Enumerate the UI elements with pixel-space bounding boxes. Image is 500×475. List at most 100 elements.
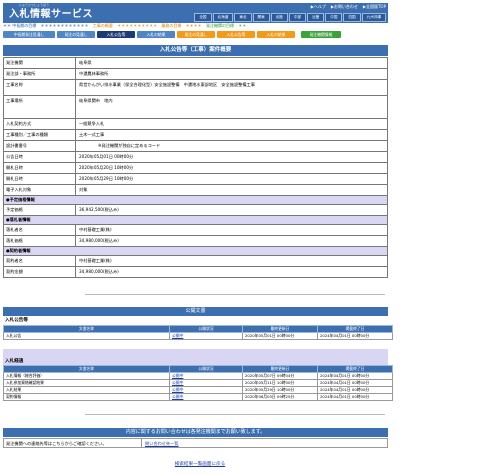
detail-value: 2020年05月20日 10時00分 <box>79 165 134 170</box>
doc-end: 2024年04月01日 00時00分 <box>317 393 393 401</box>
detail-value: 2020年05月01日 00時00分 <box>79 154 134 159</box>
table-header-row: 文書名称 公開状況 最終更新日 掲載終了日 <box>3 365 393 373</box>
region-tab[interactable]: 全国 <box>194 13 212 22</box>
doc-status-link[interactable]: 公開中 <box>169 372 243 380</box>
doc-name: 入札情報（総合評価） <box>3 372 170 380</box>
region-tab[interactable]: 東北 <box>234 13 252 22</box>
detail-label: 開札日時 <box>4 174 76 184</box>
col-header: 最終更新日 <box>242 325 318 333</box>
detail-value: 34,980,000(税込み) <box>79 238 119 243</box>
detail-value: 中濃農林事務所 <box>79 71 109 76</box>
detail-row: 工事種別／工事の種類 土木一式工事 <box>3 130 388 141</box>
detail-row: 工事名称 県営かんがい排水事業（保全合理化型）安全施設整備 中濃地水東部地区 安全… <box>3 80 388 96</box>
region-tab[interactable]: 四国 <box>343 13 361 22</box>
category-label: ＊＊ 中長期の目標 ＊＊＊＊＊＊＊＊＊＊＊＊ <box>3 23 89 28</box>
main-tabs: 中長期発注見通し 発注の見通し 入札公告等 入札の結果 発注の見通し 入札公告等… <box>3 31 388 39</box>
divider <box>85 414 385 415</box>
docs-section-announcement: 入札公告等 <box>5 318 28 323</box>
tab-order-outlook[interactable]: 発注の見通し <box>57 31 95 38</box>
tab-long-term-outlook[interactable]: 中長期発注見通し <box>3 31 55 38</box>
tab-service-announcement[interactable]: 入札公告等 <box>217 31 255 38</box>
doc-status-link[interactable]: 公開中 <box>169 386 243 394</box>
doc-name: 入札結果 <box>3 386 170 394</box>
region-tab[interactable]: 北海道 <box>212 13 234 22</box>
doc-status-link[interactable]: 公開中 <box>169 332 243 340</box>
announcement-docs-table: 文書名称 公開状況 最終更新日 掲載終了日 入札公告 公開中 2020年05月0… <box>3 325 393 340</box>
region-tab[interactable]: 近畿 <box>307 13 325 22</box>
detail-value: ※発注機関が独自に定めるコード <box>98 143 161 148</box>
doc-end: 2024年04月01日 00時00分 <box>317 372 393 380</box>
detail-value: 土木一式工事 <box>79 132 105 137</box>
detail-value: 岐阜県関市 地内 <box>79 98 113 103</box>
detail-row: 発注機関 岐阜県 <box>3 57 388 69</box>
region-tab[interactable]: 九州沖縄 <box>361 13 386 22</box>
contact-link[interactable]: ▶お問い合わせ <box>331 4 358 10</box>
site-logo[interactable]: 入札情報サービス <box>9 5 93 20</box>
detail-label: 予定価格 <box>4 205 76 215</box>
help-link[interactable]: ▶ヘルプ <box>311 4 326 10</box>
detail-row: 予定価格 36,942,500(税込み) <box>3 205 388 216</box>
contact-row: 発注機関への連絡先等はこちらからご確認ください。 問い合わせ先一覧 <box>3 438 388 448</box>
doc-updated: 2020年05月11日 10時00分 <box>242 379 318 387</box>
region-tab[interactable]: 中国 <box>325 13 343 22</box>
region-tab[interactable]: 関東 <box>252 13 270 22</box>
detail-label: 入札契約方式 <box>4 119 76 129</box>
category-label: 業務の目標 ＊＊＊＊ <box>161 23 202 28</box>
detail-row: 設計書番号 ※発注機関が独自に定めるコード <box>3 141 388 152</box>
contact-title: 内容に関するお問い合わせは各発注機関までお願い致します。 <box>3 428 388 437</box>
detail-value: 中村基礎工業(株) <box>79 258 112 263</box>
top-links: ▶ヘルプ ▶お問い合わせ ▶全国版TOP <box>311 4 386 10</box>
col-header: 文書名称 <box>3 325 170 333</box>
table-row: 入札参加資格確認結果 公開中 2020年05月11日 10時00分 2024年0… <box>3 379 393 387</box>
detail-value: 対象 <box>79 187 88 192</box>
doc-name: 入札公告 <box>3 332 170 340</box>
contact-list-link[interactable]: 問い合わせ先一覧 <box>142 439 179 447</box>
section-header: ●予定価格情報 <box>3 196 388 205</box>
doc-updated: 2020年06月03日 09時25分 <box>242 393 318 401</box>
table-row: 入札公告 公開中 2020年05月01日 00時00分 2024年04月01日 … <box>3 332 393 340</box>
detail-title: 入札公告等（工事）案件概要 <box>3 45 388 56</box>
tab-bid-announcement[interactable]: 入札公告等 <box>97 31 135 38</box>
detail-row: 落札価格 34,980,000(税込み) <box>3 236 388 247</box>
tab-service-results[interactable]: 入札の結果 <box>257 31 295 38</box>
section-header: ●落札者情報 <box>3 216 388 225</box>
doc-name: 契約情報 <box>3 393 170 401</box>
national-top-link[interactable]: ▶全国版TOP <box>363 4 386 10</box>
back-to-results-link[interactable]: 検索結果一覧画面に戻る <box>160 461 240 467</box>
detail-row: 電子入札対象 対象 <box>3 185 388 196</box>
table-row: 入札情報（総合評価） 公開中 2020年05月07日 09時04分 2024年0… <box>3 372 393 380</box>
doc-name: 入札参加資格確認結果 <box>3 379 170 387</box>
region-tab[interactable]: 北陸 <box>270 13 288 22</box>
detail-value: 一般競争入札 <box>79 121 105 126</box>
detail-label: 落札価格 <box>4 236 76 246</box>
col-header: 掲載終了日 <box>317 325 393 333</box>
region-nav: 全国 北海道 東北 関東 北陸 中部 近畿 中国 四国 九州沖縄 <box>194 13 386 22</box>
col-header: 最終更新日 <box>242 365 318 373</box>
detail-row: 入札契約方式 一般競争入札 <box>3 119 388 130</box>
doc-status-link[interactable]: 公開中 <box>169 379 243 387</box>
detail-value: 岐阜県 <box>79 60 92 65</box>
category-row: ＊＊ 中長期の目標 ＊＊＊＊＊＊＊＊＊＊＊＊ 工事の概要 ＊＊＊＊＊＊＊＊＊＊ … <box>3 23 388 31</box>
doc-updated: 2020年05月07日 09時04分 <box>242 372 318 380</box>
detail-label: 開札日時 <box>4 163 76 173</box>
detail-label: 工事場所 <box>4 96 76 118</box>
tab-bid-results[interactable]: 入札の結果 <box>137 31 175 38</box>
tab-agency-info[interactable]: 発注機関情報 <box>301 31 341 38</box>
col-header: 公開状況 <box>169 365 243 373</box>
region-tab[interactable]: 中部 <box>288 13 307 22</box>
results-docs-table: 文書名称 公開状況 最終更新日 掲載終了日 入札情報（総合評価） 公開中 202… <box>3 365 393 401</box>
col-header: 掲載終了日 <box>317 365 393 373</box>
docs-section-results: 入札経過 <box>3 349 388 365</box>
table-header-row: 文書名称 公開状況 最終更新日 掲載終了日 <box>3 325 393 333</box>
detail-value: 2020年05月29日 10時00分 <box>79 176 134 181</box>
tab-service-outlook[interactable]: 発注の見通し <box>177 31 215 38</box>
detail-value: 34,980,000(税込み) <box>79 269 119 274</box>
detail-label: 設計書番号 <box>4 141 76 151</box>
detail-label: 公告日時 <box>4 152 76 162</box>
detail-label: 落札者名 <box>4 225 76 235</box>
detail-label: 発注部・事務所 <box>4 69 76 79</box>
doc-end: 2024年04月01日 00時00分 <box>317 386 393 394</box>
doc-status-link[interactable]: 公開中 <box>169 393 243 401</box>
detail-label: 電子入札対象 <box>4 185 76 195</box>
col-header: 文書名称 <box>3 365 170 373</box>
